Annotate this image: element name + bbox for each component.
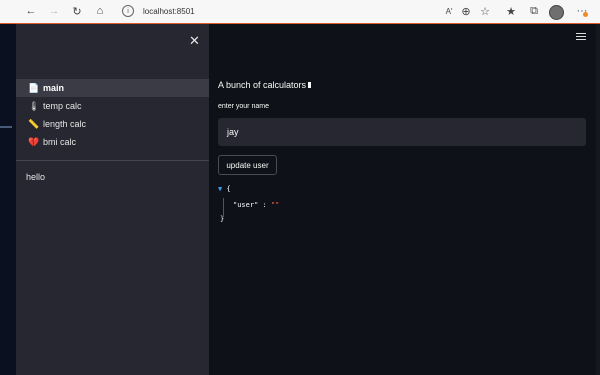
- info-icon[interactable]: i: [122, 5, 134, 17]
- name-field-label: enter your name: [218, 103, 269, 110]
- sidebar: ✕ 📄 main 🌡 temp calc 📏 length calc 💔 bmi…: [16, 24, 209, 375]
- notification-dot: [583, 12, 588, 17]
- browser-toolbar: ← → ↻ ⌂ i localhost:8501 A′ ⊕ ☆ ★ ⧉ ···: [0, 0, 600, 24]
- update-user-button[interactable]: update user: [218, 155, 277, 175]
- favorite-add-icon[interactable]: ☆: [478, 4, 492, 18]
- sidebar-divider: [16, 160, 209, 161]
- collapse-caret-icon[interactable]: ▼: [218, 185, 222, 193]
- json-close-brace: }: [220, 215, 225, 223]
- text-cursor: [308, 82, 312, 88]
- page-icon: 📄: [28, 82, 40, 93]
- favorites-icon[interactable]: ★: [504, 4, 518, 18]
- json-colon: :: [262, 201, 267, 209]
- ruler-icon: 📏: [28, 118, 40, 129]
- desktop-background: [0, 0, 16, 375]
- sidebar-item-temp-calc[interactable]: 🌡 temp calc: [16, 97, 209, 115]
- back-icon[interactable]: ←: [24, 4, 38, 18]
- main-content: A bunch of calculators enter your name j…: [209, 24, 596, 375]
- right-edge: [596, 0, 600, 375]
- page-title: A bunch of calculators: [218, 80, 312, 90]
- zoom-icon[interactable]: ⊕: [459, 4, 473, 18]
- sidebar-item-label: temp calc: [43, 101, 82, 111]
- json-value: "": [270, 201, 280, 209]
- reload-icon[interactable]: ↻: [70, 4, 84, 18]
- sidebar-footer-text: hello: [26, 172, 46, 182]
- sidebar-item-main[interactable]: 📄 main: [16, 79, 209, 97]
- close-icon[interactable]: ✕: [189, 33, 200, 49]
- page-title-text: A bunch of calculators: [218, 80, 307, 90]
- sidebar-item-bmi-calc[interactable]: 💔 bmi calc: [16, 133, 209, 151]
- collections-icon[interactable]: ⧉: [527, 4, 541, 18]
- sidebar-nav: 📄 main 🌡 temp calc 📏 length calc 💔 bmi c…: [16, 79, 209, 151]
- json-key: "user": [233, 201, 259, 209]
- profile-icon[interactable]: [549, 5, 564, 20]
- menu-icon[interactable]: [576, 31, 586, 42]
- address-url: localhost:8501: [143, 6, 195, 16]
- sidebar-item-label: main: [43, 83, 65, 93]
- home-icon[interactable]: ⌂: [93, 4, 107, 18]
- read-aloud-icon[interactable]: A′: [442, 4, 456, 18]
- json-open-brace: {: [226, 185, 231, 193]
- sidebar-item-label: length calc: [43, 119, 87, 129]
- forward-icon[interactable]: →: [47, 4, 61, 18]
- sidebar-item-label: bmi calc: [43, 137, 77, 147]
- sidebar-item-length-calc[interactable]: 📏 length calc: [16, 115, 209, 133]
- heart-icon: 💔: [28, 136, 40, 147]
- thermometer-icon: 🌡: [28, 100, 40, 111]
- address-bar[interactable]: i localhost:8501: [115, 3, 370, 19]
- name-input[interactable]: jay: [218, 118, 586, 146]
- desktop-mark: [0, 126, 12, 128]
